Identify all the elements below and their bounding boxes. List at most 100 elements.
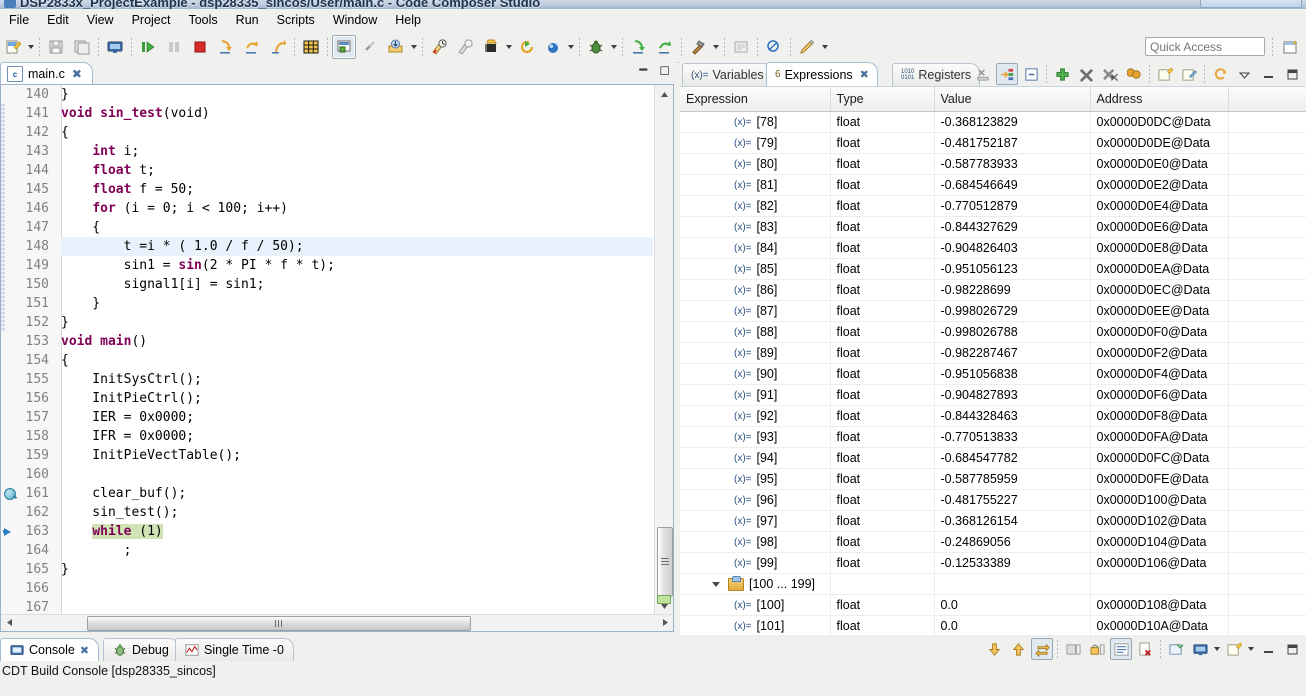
- table-row[interactable]: (x)= [82] float -0.770512879 0x0000D0E4@Data: [680, 195, 1306, 217]
- cell-type[interactable]: float: [830, 258, 935, 280]
- cell-type[interactable]: float: [830, 174, 935, 196]
- cell-expression[interactable]: (x)= [90]: [680, 363, 831, 385]
- scroll-right-arrow[interactable]: [657, 615, 673, 630]
- cell-address[interactable]: 0x0000D0EA@Data: [1090, 258, 1229, 280]
- breakpoint-icon[interactable]: [3, 484, 16, 503]
- remove-expression-icon[interactable]: [1075, 63, 1097, 85]
- remove-console-icon[interactable]: [1134, 638, 1156, 660]
- cell-value[interactable]: -0.587783933: [934, 153, 1091, 175]
- remove-all-expressions-icon[interactable]: [1099, 63, 1121, 85]
- menu-help[interactable]: Help: [386, 11, 430, 29]
- add-expression-icon[interactable]: [1051, 63, 1073, 85]
- cell-value[interactable]: -0.982287467: [934, 342, 1091, 364]
- column-header-expression[interactable]: Expression: [680, 87, 831, 112]
- menu-project[interactable]: Project: [123, 11, 180, 29]
- code-line[interactable]: }: [61, 294, 653, 313]
- table-row[interactable]: (x)= [99] float -0.12533389 0x0000D106@Data: [680, 552, 1306, 574]
- cell-type[interactable]: float: [830, 468, 935, 490]
- code-line[interactable]: sin_test();: [61, 503, 653, 522]
- scroll-lock-icon[interactable]: [1031, 638, 1053, 660]
- cell-address[interactable]: 0x0000D0E8@Data: [1090, 237, 1229, 259]
- table-row[interactable]: (x)= [95] float -0.587785959 0x0000D0FE@Data: [680, 468, 1306, 490]
- cell-type[interactable]: float: [830, 195, 935, 217]
- cell-address[interactable]: 0x0000D104@Data: [1090, 531, 1229, 553]
- cell-expression[interactable]: (x)= [101]: [680, 615, 831, 637]
- disabled-clock-icon[interactable]: [453, 35, 477, 59]
- tab-variables[interactable]: (x)= Variables: [682, 63, 773, 86]
- open-console-icon[interactable]: [1223, 638, 1245, 660]
- table-row[interactable]: (x)= [88] float -0.998026788 0x0000D0F0@Data: [680, 321, 1306, 343]
- code-line[interactable]: {: [61, 218, 653, 237]
- cell-value[interactable]: -0.24869056: [934, 531, 1091, 553]
- cell-address[interactable]: 0x0000D0F8@Data: [1090, 405, 1229, 427]
- editor-code-area[interactable]: } void sin_test(void){ int i; float t; fl…: [61, 85, 653, 615]
- cell-type[interactable]: float: [830, 111, 935, 133]
- table-row[interactable]: (x)= [92] float -0.844328463 0x0000D0F8@Data: [680, 405, 1306, 427]
- cell-expression[interactable]: (x)= [80]: [680, 153, 831, 175]
- code-line[interactable]: InitPieCtrl();: [61, 389, 653, 408]
- cell-expression[interactable]: (x)= [79]: [680, 132, 831, 154]
- cell-expression[interactable]: (x)= [78]: [680, 111, 831, 133]
- cell-value[interactable]: -0.998026729: [934, 300, 1091, 322]
- cell-address[interactable]: [1090, 573, 1229, 595]
- table-row[interactable]: (x)= [81] float -0.684546649 0x0000D0E2@Data: [680, 174, 1306, 196]
- editor-tab-mainc[interactable]: c main.c ✖: [0, 62, 93, 85]
- bug-icon[interactable]: [584, 35, 608, 59]
- view-menu-icon[interactable]: [1233, 63, 1255, 85]
- code-line[interactable]: [61, 579, 653, 598]
- menu-window[interactable]: Window: [324, 11, 386, 29]
- code-line[interactable]: void main(): [61, 332, 653, 351]
- save-all-icon[interactable]: [70, 35, 94, 59]
- console-window-icon[interactable]: [729, 35, 753, 59]
- cell-expression[interactable]: (x)= [100]: [680, 594, 831, 616]
- code-line[interactable]: IER = 0x0000;: [61, 408, 653, 427]
- scrollbar-thumb[interactable]: [657, 527, 673, 597]
- cell-value[interactable]: 0.0: [934, 594, 1091, 616]
- cell-type[interactable]: [830, 573, 935, 595]
- cell-expression[interactable]: (x)= [89]: [680, 342, 831, 364]
- code-line[interactable]: InitSysCtrl();: [61, 370, 653, 389]
- minimize-icon[interactable]: [1257, 638, 1279, 660]
- cell-expression[interactable]: (x)= [92]: [680, 405, 831, 427]
- cell-type[interactable]: float: [830, 237, 935, 259]
- menu-view[interactable]: View: [78, 11, 123, 29]
- cell-expression[interactable]: [100 ... 199]: [680, 573, 831, 595]
- code-line[interactable]: [61, 598, 653, 615]
- cell-type[interactable]: float: [830, 216, 935, 238]
- bug-dropdown-arrow[interactable]: [609, 36, 618, 58]
- step-over-icon[interactable]: [240, 35, 264, 59]
- cell-address[interactable]: 0x0000D0E6@Data: [1090, 216, 1229, 238]
- cell-value[interactable]: -0.368123829: [934, 111, 1091, 133]
- step-into-icon[interactable]: [214, 35, 238, 59]
- code-line[interactable]: IFR = 0x0000;: [61, 427, 653, 446]
- cell-type[interactable]: float: [830, 552, 935, 574]
- menu-edit[interactable]: Edit: [38, 11, 78, 29]
- cut-watch-icon[interactable]: [972, 63, 994, 85]
- hammer-dropdown-arrow[interactable]: [711, 36, 720, 58]
- cell-value[interactable]: -0.481755227: [934, 489, 1091, 511]
- cell-address[interactable]: 0x0000D0E4@Data: [1090, 195, 1229, 217]
- clear-console-icon[interactable]: [1110, 638, 1132, 660]
- quick-access-input[interactable]: [1145, 37, 1265, 56]
- tab-single-time[interactable]: Single Time -0: [175, 638, 294, 661]
- cell-type[interactable]: float: [830, 615, 935, 637]
- edit-watch-icon[interactable]: [1178, 63, 1200, 85]
- cell-value[interactable]: -0.770512879: [934, 195, 1091, 217]
- cell-expression[interactable]: (x)= [95]: [680, 468, 831, 490]
- new-dropdown-arrow[interactable]: [26, 36, 35, 58]
- cell-address[interactable]: 0x0000D0F2@Data: [1090, 342, 1229, 364]
- cell-expression[interactable]: (x)= [85]: [680, 258, 831, 280]
- code-line[interactable]: sin1 = sin(2 * PI * f * t);: [61, 256, 653, 275]
- tab-registers[interactable]: 1010 0101 Registers: [892, 63, 981, 86]
- cell-address[interactable]: 0x0000D102@Data: [1090, 510, 1229, 532]
- table-row[interactable]: (x)= [84] float -0.904826403 0x0000D0E8@Data: [680, 237, 1306, 259]
- chip-icon[interactable]: [479, 35, 503, 59]
- cell-value[interactable]: -0.770513833: [934, 426, 1091, 448]
- code-line[interactable]: }: [61, 313, 653, 332]
- cell-type[interactable]: float: [830, 321, 935, 343]
- cell-address[interactable]: 0x0000D0FA@Data: [1090, 426, 1229, 448]
- menu-file[interactable]: File: [0, 11, 38, 29]
- close-icon[interactable]: ✖: [80, 644, 89, 657]
- editor-horizontal-scrollbar[interactable]: [1, 614, 673, 631]
- save-icon[interactable]: [44, 35, 68, 59]
